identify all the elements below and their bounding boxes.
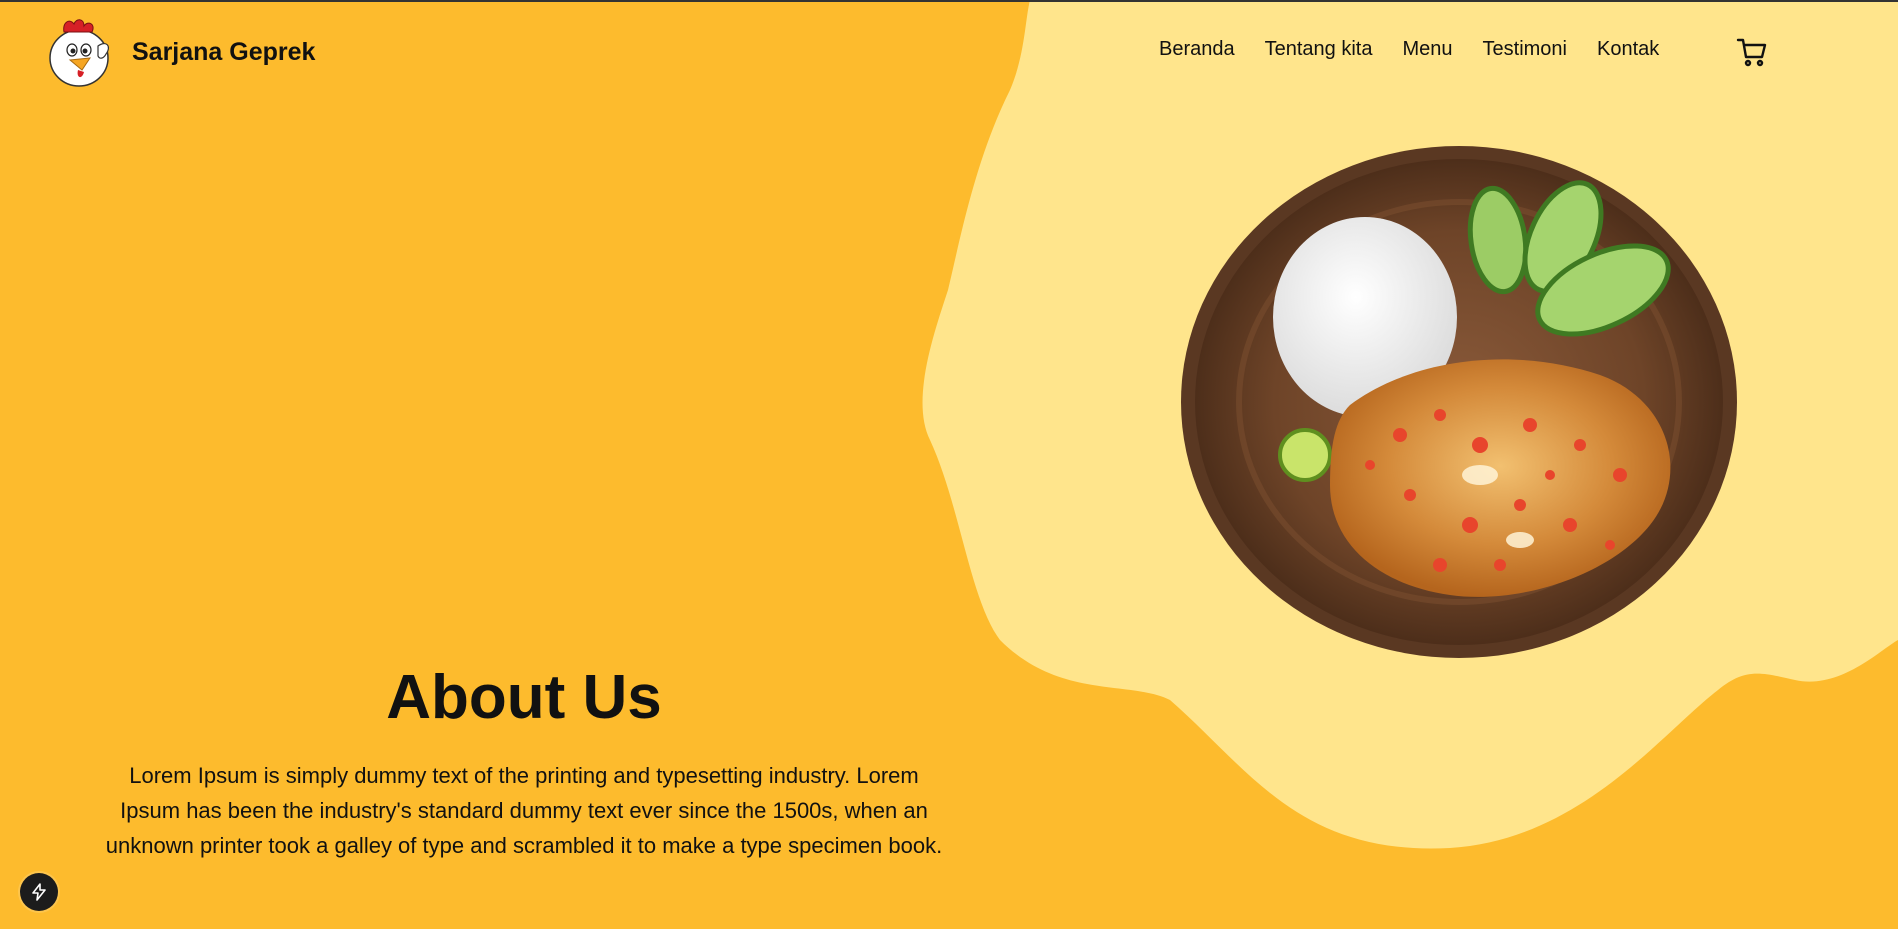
top-border <box>0 0 1898 2</box>
nav-kontak[interactable]: Kontak <box>1597 38 1659 61</box>
about-title: About Us <box>386 663 662 732</box>
nav-menu[interactable]: Menu <box>1402 38 1452 61</box>
site-header: Sarjana Geprek Beranda Tentang kita Menu… <box>0 0 1898 104</box>
brand[interactable]: Sarjana Geprek <box>44 16 315 88</box>
brand-name: Sarjana Geprek <box>132 37 316 66</box>
rooster-mascot-logo <box>49 19 110 87</box>
about-text: Lorem Ipsum is simply dummy text of the … <box>105 763 943 858</box>
nav-beranda[interactable]: Beranda <box>1159 38 1235 61</box>
floating-action-button[interactable] <box>20 873 58 911</box>
nav-tentang-kita[interactable]: Tentang kita <box>1265 38 1373 61</box>
about-section: About Us Lorem Ipsum is simply dummy tex… <box>105 660 943 863</box>
hero-food-plate-image <box>1181 146 1737 658</box>
main-nav: Beranda Tentang kita Menu Testimoni Kont… <box>1159 38 1659 61</box>
lightning-bolt-icon <box>32 883 46 901</box>
shopping-cart-icon[interactable] <box>1736 36 1768 68</box>
nav-testimoni[interactable]: Testimoni <box>1483 38 1567 61</box>
